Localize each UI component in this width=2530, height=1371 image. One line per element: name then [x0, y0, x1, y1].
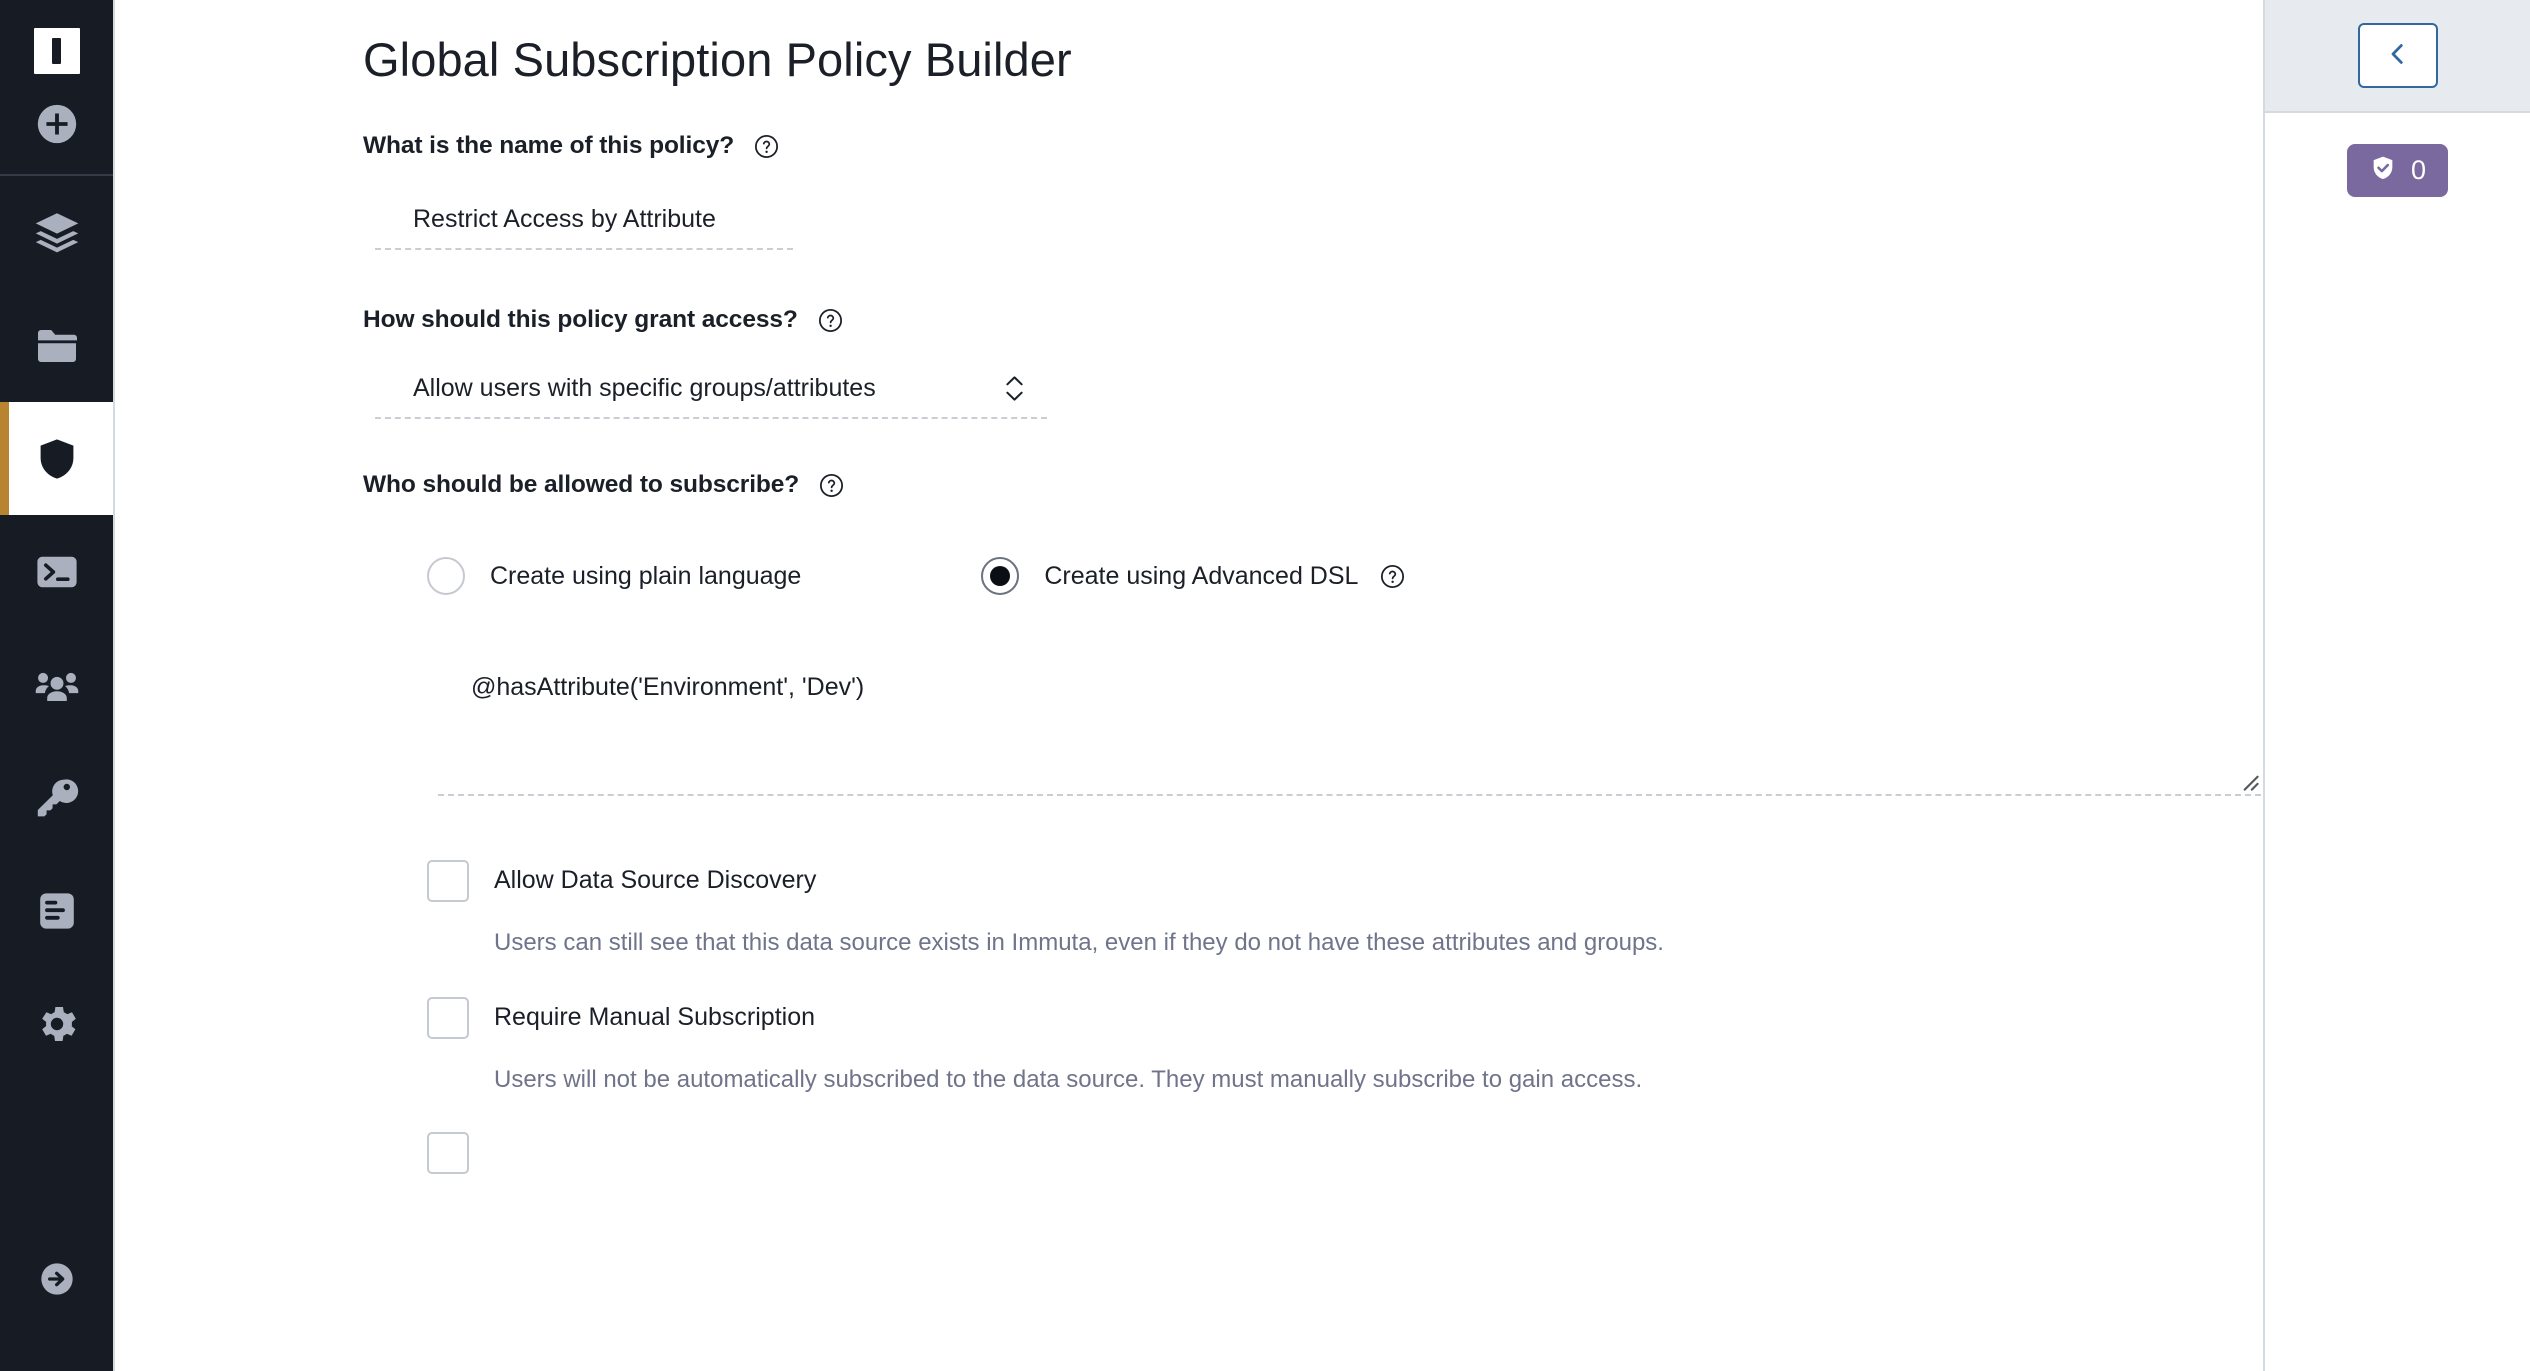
layers-icon: [32, 208, 82, 258]
policy-name-field: What is the name of this policy? Enter p…: [115, 132, 2263, 251]
policy-name-label-text: What is the name of this policy?: [363, 132, 735, 160]
sidebar-item-sign-out[interactable]: [0, 1222, 113, 1335]
radio-circle-selected-icon: [981, 557, 1020, 596]
right-side-panel: 0: [2265, 0, 2530, 1371]
checkbox-require-manual-subscription[interactable]: [427, 997, 469, 1040]
checkbox-row-partial[interactable]: [427, 1131, 2263, 1175]
subscribe-mode-radio-group: Create using plain language Create using…: [427, 557, 2263, 596]
checkbox-description-manual-subscription: Users will not be automatically subscrib…: [494, 1066, 1643, 1094]
policy-name-input[interactable]: [375, 195, 793, 251]
grant-access-label: How should this policy grant access?: [363, 306, 2263, 334]
checkbox-label-discovery: Allow Data Source Discovery: [494, 866, 817, 895]
folder-icon: [33, 322, 81, 370]
plus-circle-icon: [34, 101, 80, 147]
logout-icon: [37, 1259, 77, 1299]
help-icon[interactable]: [818, 308, 843, 333]
subscribe-label: Who should be allowed to subscribe?: [363, 471, 2263, 499]
sidebar-item-policies[interactable]: [0, 402, 113, 515]
sidebar-item-query-engine[interactable]: [0, 515, 113, 628]
sidebar-item-projects[interactable]: [0, 289, 113, 402]
radio-advanced-dsl-label: Create using Advanced DSL: [1044, 561, 1359, 590]
grant-access-field: How should this policy grant access? All…: [115, 306, 2263, 420]
radio-advanced-dsl[interactable]: Create using Advanced DSL: [981, 557, 1405, 596]
checkbox-allow-data-source-discovery[interactable]: [427, 860, 469, 903]
checkbox-label-manual-subscription: Require Manual Subscription: [494, 1003, 816, 1032]
sidebar-item-people[interactable]: [0, 628, 113, 741]
sidebar-item-data-sources[interactable]: [0, 176, 113, 289]
checkbox-row-manual-subscription[interactable]: Require Manual Subscription Users will n…: [427, 996, 2263, 1095]
policy-name-label: What is the name of this policy?: [363, 132, 2263, 160]
key-icon: [33, 774, 81, 822]
collapse-panel-button[interactable]: [2357, 23, 2438, 88]
logo-bar: [52, 38, 61, 64]
dsl-textarea[interactable]: @hasAttribute('Environment', 'Dev') Ente…: [438, 651, 2261, 797]
checkbox-text-group: Allow Data Source Discovery Users can st…: [494, 859, 1664, 958]
shield-check-icon: [2369, 154, 2397, 187]
report-icon: [33, 887, 81, 935]
gear-icon: [33, 1000, 81, 1048]
radio-plain-language[interactable]: Create using plain language: [427, 557, 802, 596]
immuta-logo[interactable]: [33, 28, 80, 74]
chevron-updown-icon: [1006, 376, 1023, 401]
main-region: Global Subscription Policy Builder What …: [113, 0, 2530, 1371]
right-panel-body: 0: [2265, 113, 2530, 197]
checkbox-text-group: Require Manual Subscription Users will n…: [494, 996, 1642, 1095]
grant-access-selected-value: Allow users with specific groups/attribu…: [413, 374, 876, 403]
policy-count-value: 0: [2410, 155, 2427, 185]
sidebar-item-identity[interactable]: [0, 741, 113, 854]
checkbox-row-discovery[interactable]: Allow Data Source Discovery Users can st…: [427, 859, 2263, 958]
subscribe-field: Who should be allowed to subscribe?: [115, 471, 2263, 499]
sidebar-item-audit[interactable]: [0, 854, 113, 967]
dsl-textarea-value: @hasAttribute('Environment', 'Dev'): [471, 673, 865, 702]
help-icon[interactable]: [819, 473, 844, 498]
grant-access-select[interactable]: Allow users with specific groups/attribu…: [375, 364, 1047, 420]
checkbox-description-discovery: Users can still see that this data sourc…: [494, 929, 1664, 957]
policy-count-badge[interactable]: 0: [2346, 144, 2449, 197]
help-icon[interactable]: [1380, 564, 1405, 589]
subscribe-label-text: Who should be allowed to subscribe?: [363, 471, 800, 499]
app-root: Global Subscription Policy Builder What …: [0, 0, 2530, 1371]
terminal-icon: [33, 548, 81, 596]
right-panel-header: [2265, 0, 2530, 113]
people-icon: [32, 660, 82, 710]
radio-circle-icon: [427, 557, 465, 596]
checkbox-partial[interactable]: [427, 1132, 469, 1175]
policy-builder-content: Global Subscription Policy Builder What …: [113, 0, 2265, 1371]
chevron-left-icon: [2385, 41, 2411, 70]
help-icon[interactable]: [754, 134, 779, 159]
sidebar-item-add-button[interactable]: [0, 74, 113, 174]
radio-plain-language-label: Create using plain language: [490, 561, 802, 590]
sidebar-item-app-settings[interactable]: [0, 967, 113, 1080]
resize-handle-icon[interactable]: [2239, 771, 2259, 791]
page-title: Global Subscription Policy Builder: [363, 33, 1072, 86]
shield-icon: [33, 435, 81, 483]
left-nav-rail: [0, 0, 113, 1371]
grant-access-label-text: How should this policy grant access?: [363, 306, 798, 334]
